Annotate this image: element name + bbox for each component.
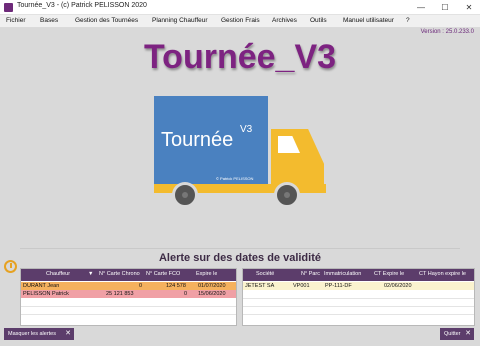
cell-expire: 15/06/2020 xyxy=(198,290,226,297)
app-title: Tournée_V3 xyxy=(143,38,337,76)
menu-outils[interactable]: Outils xyxy=(310,17,327,24)
col-chauffeur[interactable]: Chauffeur xyxy=(46,271,70,277)
menu-fichier[interactable]: Fichier xyxy=(6,17,26,24)
menu-bases[interactable]: Bases xyxy=(40,17,58,24)
hide-alerts-label: Masquer les alertes xyxy=(8,331,56,337)
truck-wheel-front xyxy=(274,182,300,208)
drivers-alert-table[interactable]: Chauffeur ▼ N° Carte Chrono N° Carte FCO… xyxy=(20,268,237,326)
cell-ct: 02/06/2020 xyxy=(384,282,412,289)
menu-gestion-tournees[interactable]: Gestion des Tournées xyxy=(75,17,138,24)
col-societe[interactable]: Société xyxy=(256,271,274,277)
app-icon xyxy=(4,3,13,12)
truck-logo: Tournée V3 © Patrick PELISSON xyxy=(154,96,326,216)
menu-planning-chauffeur[interactable]: Planning Chauffeur xyxy=(152,17,208,24)
table-header: Chauffeur ▼ N° Carte Chrono N° Carte FCO… xyxy=(21,269,236,281)
logo-version: V3 xyxy=(240,124,253,135)
quit-label: Quitter xyxy=(444,331,461,337)
alarm-clock-icon[interactable] xyxy=(4,260,17,273)
menu-bar: Fichier Bases Gestion des Tournées Plann… xyxy=(0,15,480,28)
table-row[interactable]: PELISSON Patrick 25 121 853 0 15/06/2020 xyxy=(21,290,236,298)
cell-fco: 0 xyxy=(184,290,188,297)
cell-societe: JETEST SA xyxy=(245,282,275,289)
cell-chrono: 25 121 853 xyxy=(106,290,134,297)
logo-signature: © Patrick PELISSON xyxy=(216,176,254,181)
col-expire[interactable]: Expire le xyxy=(196,271,217,277)
table-row[interactable]: DURANT Jean 0 124 578 01/07/2020 xyxy=(21,282,236,290)
alert-title: Alerte sur des dates de validité xyxy=(158,252,321,264)
truck-wheel-rear xyxy=(172,182,198,208)
col-immatriculation[interactable]: Immatriculation xyxy=(324,271,361,277)
minimize-button[interactable]: — xyxy=(410,0,432,15)
col-ct-hayon[interactable]: CT Hayon expire le xyxy=(419,271,474,277)
col-carte-chrono[interactable]: N° Carte Chrono xyxy=(99,271,140,277)
maximize-button[interactable]: ☐ xyxy=(434,0,456,15)
col-carte-fco[interactable]: N° Carte FCO xyxy=(146,271,180,277)
table-row[interactable]: JETEST SA VP001 PP-111-DF 02/06/2020 xyxy=(243,282,474,290)
cell-expire: 01/07/2020 xyxy=(198,282,226,289)
menu-manuel-utilisateur[interactable]: Manuel utilisateur xyxy=(343,17,394,24)
cell-fco: 124 578 xyxy=(166,282,186,289)
cell-parc: VP001 xyxy=(293,282,310,289)
cell-chrono: 0 xyxy=(139,282,143,289)
vehicles-alert-table[interactable]: Société N° Parc Immatriculation CT Expir… xyxy=(242,268,475,326)
hide-alerts-button[interactable]: Masquer les alertes ✕ xyxy=(4,328,74,340)
logo-text: Tournée xyxy=(161,129,234,151)
close-window-button[interactable]: ✕ xyxy=(458,0,480,15)
menu-help[interactable]: ? xyxy=(406,17,410,24)
filter-icon[interactable]: ▼ xyxy=(88,271,93,277)
close-icon: ✕ xyxy=(465,330,471,337)
truck-cargo: Tournée V3 © Patrick PELISSON xyxy=(154,96,268,184)
cell-immat: PP-111-DF xyxy=(325,282,352,289)
col-parc[interactable]: N° Parc xyxy=(301,271,320,277)
divider xyxy=(20,248,460,249)
cell-chauffeur: PELISSON Patrick xyxy=(23,290,69,297)
version-label: Version : 25.0.233.0 xyxy=(420,29,474,35)
window-title: Tournée_V3 - (c) Patrick PELISSON 2020 xyxy=(17,2,147,9)
window-titlebar: Tournée_V3 - (c) Patrick PELISSON 2020 —… xyxy=(0,0,480,15)
menu-gestion-frais[interactable]: Gestion Frais xyxy=(221,17,260,24)
quit-button[interactable]: Quitter ✕ xyxy=(440,328,474,340)
table-header: Société N° Parc Immatriculation CT Expir… xyxy=(243,269,474,281)
col-ct-expire[interactable]: CT Expire le xyxy=(374,271,404,277)
cell-chauffeur: DURANT Jean xyxy=(23,282,60,289)
menu-archives[interactable]: Archives xyxy=(272,17,297,24)
close-icon: ✕ xyxy=(65,330,71,337)
